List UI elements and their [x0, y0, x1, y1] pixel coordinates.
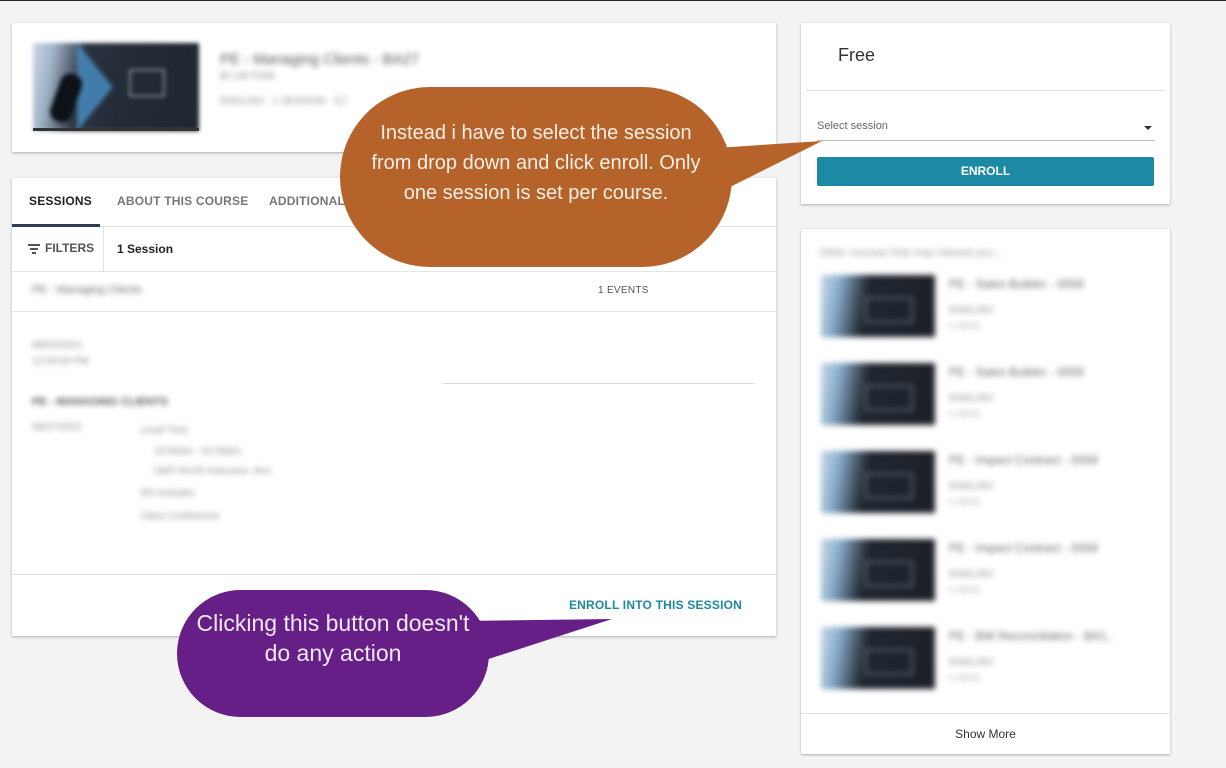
course-list-sub: 1 SESS	[949, 321, 981, 331]
event-date: 08/27/2021	[32, 422, 83, 433]
course-list-tag: ENGLISH	[949, 569, 993, 580]
course-subtitle: BI LMI PGM	[220, 71, 275, 82]
course-list-sub: 1 SESS	[949, 673, 981, 683]
tab-sessions[interactable]: SESSIONS	[29, 194, 92, 208]
other-courses-heading: Other courses that may interest you...	[819, 247, 1003, 259]
event-title: PE - MANAGING CLIENTS	[32, 396, 168, 408]
divider	[442, 383, 755, 384]
course-thumbnail	[821, 363, 935, 425]
tab-additional[interactable]: ADDITIONAL	[269, 194, 345, 208]
show-more-row: Show More	[801, 713, 1170, 754]
event-detail: Class Conference	[140, 511, 220, 522]
session-row[interactable]: PE - Managing Clients 1 EVENTS	[12, 272, 776, 312]
filter-icon	[28, 244, 40, 254]
course-list-tag: ENGLISH	[949, 481, 993, 492]
show-more-button[interactable]: Show More	[801, 727, 1170, 741]
course-meta: ENGLISH · 1 SESSION · ILT	[220, 96, 349, 107]
course-list-tag: ENGLISH	[949, 305, 993, 316]
course-list-sub: 1 SESS	[949, 497, 981, 507]
course-thumbnail	[821, 539, 935, 601]
enroll-button[interactable]: ENROLL	[817, 157, 1154, 186]
session-date: 08/02/2021	[32, 340, 83, 351]
course-list-sub: 1 SESS	[949, 585, 981, 595]
enroll-card: Free Select session ENROLL	[801, 23, 1170, 204]
session-time: 12:00:00 PM	[32, 356, 89, 367]
session-count: 1 Session	[117, 242, 174, 256]
divider	[806, 90, 1165, 91]
course-thumbnail	[821, 275, 935, 337]
course-thumbnail	[821, 451, 935, 513]
session-select[interactable]: Select session	[817, 115, 1155, 141]
chevron-down-icon	[1144, 126, 1152, 130]
course-list-item[interactable]: PE - BW Reconciliation - BA1.. ENGLISH 1…	[821, 627, 1151, 691]
session-select-placeholder: Select session	[817, 120, 888, 132]
course-list-item[interactable]: PE - Impact Contract - 0059 ENGLISH 1 SE…	[821, 539, 1151, 603]
course-list-title: PE - Sales Builder - 0058	[949, 277, 1084, 291]
course-list-tag: ENGLISH	[949, 393, 993, 404]
course-list-title: PE - Sales Builder - 0059	[949, 365, 1084, 379]
price-label: Free	[838, 45, 876, 65]
course-list-sub: 1 SESS	[949, 409, 981, 419]
session-name: PE - Managing Clients	[32, 284, 142, 296]
course-thumbnail	[33, 43, 199, 131]
course-list-title: PE - Impact Contract - 0059	[949, 541, 1098, 555]
event-detail: 5% Includes	[140, 488, 195, 499]
course-list-tag: ENGLISH	[949, 657, 993, 668]
thumbnail-progress-bar	[33, 128, 199, 131]
purple-callout-text: Clicking this button doesn't do any acti…	[196, 610, 470, 666]
filters-button[interactable]: FILTERS	[12, 227, 104, 271]
events-count: 1 EVENTS	[598, 285, 649, 296]
event-detail: 10:00am - 01:00pm	[154, 446, 241, 457]
course-list-item[interactable]: PE - Sales Builder - 0059 ENGLISH 1 SESS	[821, 363, 1151, 427]
event-detail: Local Time	[140, 425, 189, 436]
course-thumbnail	[821, 627, 935, 689]
course-list-item[interactable]: PE - Impact Contract - 0059 ENGLISH 1 SE…	[821, 451, 1151, 515]
other-courses-card: Other courses that may interest you... P…	[801, 229, 1170, 754]
filters-label: FILTERS	[45, 241, 95, 255]
course-title: PE - Managing Clients - BA27	[220, 51, 420, 68]
orange-callout-text: Instead i have to select the session fro…	[371, 122, 701, 204]
course-list-title: PE - BW Reconciliation - BA1..	[949, 629, 1114, 643]
event-detail: GMT-04:00 Instructor: Ann	[154, 466, 272, 477]
course-list-title: PE - Impact Contract - 0059	[949, 453, 1098, 467]
enroll-into-session-button[interactable]: ENROLL INTO THIS SESSION	[569, 598, 742, 612]
course-list-item[interactable]: PE - Sales Builder - 0058 ENGLISH 1 SESS	[821, 275, 1151, 339]
tab-about-course[interactable]: ABOUT THIS COURSE	[117, 194, 248, 208]
